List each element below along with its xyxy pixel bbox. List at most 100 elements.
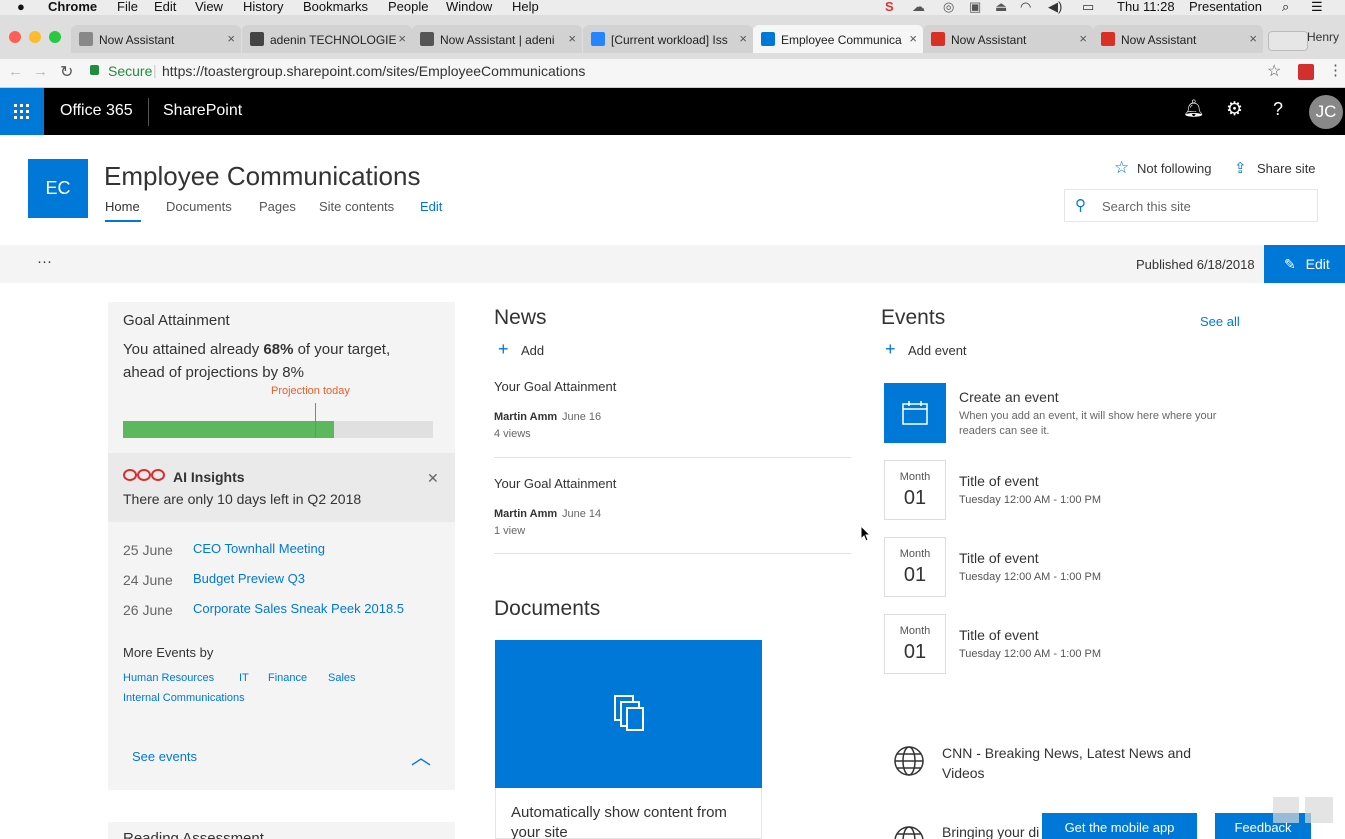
apple-icon[interactable]: ●: [17, 0, 25, 14]
help-icon[interactable]: ?: [1273, 99, 1283, 120]
menu-history[interactable]: History: [243, 0, 283, 14]
app-menu[interactable]: Chrome: [48, 0, 97, 14]
close-window-icon[interactable]: [9, 31, 21, 43]
nav-edit-link[interactable]: Edit: [420, 199, 442, 214]
reload-icon[interactable]: ↻: [60, 62, 73, 82]
chrome-menu-icon[interactable]: ⋮: [1328, 61, 1343, 79]
close-tab-icon[interactable]: ×: [909, 31, 917, 46]
menu-people[interactable]: People: [388, 0, 428, 14]
event-date-box[interactable]: Month 01: [884, 537, 946, 597]
site-logo[interactable]: EC: [28, 159, 88, 218]
close-tab-icon[interactable]: ×: [398, 31, 406, 46]
office-365-link[interactable]: Office 365: [60, 102, 133, 120]
close-tab-icon[interactable]: ×: [568, 31, 576, 46]
s-app-icon[interactable]: S: [885, 0, 894, 14]
add-news-button[interactable]: Add: [521, 343, 544, 358]
tag-link[interactable]: Sales: [328, 672, 356, 684]
menu-help[interactable]: Help: [512, 0, 539, 14]
sync-icon[interactable]: ◎: [943, 0, 954, 15]
event-link[interactable]: Budget Preview Q3: [193, 571, 305, 586]
site-title[interactable]: Employee Communications: [104, 161, 420, 192]
app-launcher-waffle-icon[interactable]: [0, 88, 44, 135]
search-box[interactable]: ⚲ Search this site: [1064, 189, 1318, 222]
display-icon[interactable]: ▣: [969, 0, 981, 15]
airplay-icon[interactable]: ⏏: [995, 0, 1007, 15]
url-field[interactable]: https://toastergroup.sharepoint.com/site…: [162, 63, 585, 79]
browser-tab[interactable]: Now Assistant ×: [71, 25, 241, 53]
event-title[interactable]: Title of event: [959, 473, 1039, 489]
event-date-box[interactable]: Month 01: [884, 614, 946, 674]
pause-icon[interactable]: [1273, 797, 1299, 823]
quick-link-title[interactable]: Bringing your di: [942, 824, 1039, 839]
battery-icon[interactable]: ▭: [1082, 0, 1094, 15]
tag-link[interactable]: Internal Communications: [123, 692, 245, 704]
close-tab-icon[interactable]: ×: [1079, 31, 1087, 46]
spotlight-search-icon[interactable]: ⌕: [1282, 0, 1289, 15]
close-icon[interactable]: ✕: [427, 470, 439, 487]
news-item-title[interactable]: Your Goal Attainment: [494, 379, 616, 394]
new-tab-button[interactable]: [1268, 31, 1308, 51]
event-title[interactable]: Title of event: [959, 550, 1039, 566]
notification-center-icon[interactable]: ☰: [1311, 0, 1323, 15]
forward-icon[interactable]: →: [33, 63, 48, 80]
menu-window[interactable]: Window: [446, 0, 492, 14]
gear-icon[interactable]: ⚙: [1226, 98, 1243, 121]
back-icon[interactable]: ←: [8, 63, 23, 80]
nav-documents[interactable]: Documents: [166, 199, 232, 214]
menu-edit[interactable]: Edit: [154, 0, 176, 14]
bookmark-star-icon[interactable]: ☆: [1267, 61, 1281, 81]
avatar[interactable]: JC: [1309, 95, 1343, 129]
close-tab-icon[interactable]: ×: [739, 31, 747, 46]
get-mobile-app-button[interactable]: Get the mobile app: [1042, 813, 1197, 839]
add-icon[interactable]: +: [498, 339, 509, 360]
cloud-icon[interactable]: ☁: [912, 0, 925, 15]
bell-icon[interactable]: 🔔︎: [1183, 99, 1205, 119]
browser-tab[interactable]: adenin TECHNOLOGIE ×: [242, 25, 412, 53]
event-link[interactable]: CEO Townhall Meeting: [193, 541, 325, 556]
zoom-window-icon[interactable]: [49, 31, 61, 43]
browser-tab[interactable]: Employee Communica ×: [753, 25, 923, 53]
minimize-window-icon[interactable]: [29, 31, 41, 43]
menu-bookmarks[interactable]: Bookmarks: [303, 0, 368, 14]
extension-icon[interactable]: [1298, 64, 1314, 80]
search-input[interactable]: Search this site: [1102, 199, 1191, 214]
presentation-label[interactable]: Presentation: [1189, 0, 1262, 14]
clock[interactable]: Thu 11:28: [1117, 0, 1175, 14]
follow-button[interactable]: Not following: [1137, 161, 1211, 176]
browser-tab[interactable]: Now Assistant | adeni ×: [412, 25, 582, 53]
create-event-tile[interactable]: [884, 383, 946, 443]
event-title[interactable]: Title of event: [959, 627, 1039, 643]
volume-icon[interactable]: ◀): [1048, 0, 1062, 15]
share-site-button[interactable]: Share site: [1257, 161, 1316, 176]
documents-tile[interactable]: [495, 640, 762, 788]
chevron-up-icon[interactable]: ︿: [411, 741, 431, 770]
wifi-icon[interactable]: ◠: [1020, 0, 1031, 15]
tag-link[interactable]: Human Resources: [123, 672, 214, 684]
see-all-link[interactable]: See all: [1200, 314, 1240, 329]
edit-page-button[interactable]: ✎ Edit: [1264, 245, 1345, 283]
menu-view[interactable]: View: [195, 0, 223, 14]
news-item-title[interactable]: Your Goal Attainment: [494, 476, 616, 491]
browser-tab[interactable]: Now Assistant ×: [923, 25, 1093, 53]
close-tab-icon[interactable]: ×: [1249, 31, 1257, 46]
see-events-link[interactable]: See events: [132, 749, 197, 764]
more-options-icon[interactable]: ···: [37, 253, 52, 270]
share-icon[interactable]: ⇪: [1234, 159, 1247, 177]
browser-tab[interactable]: Now Assistant ×: [1093, 25, 1263, 53]
sharepoint-link[interactable]: SharePoint: [163, 102, 242, 120]
quick-link-title[interactable]: CNN - Breaking News, Latest News and Vid…: [942, 743, 1202, 783]
add-icon[interactable]: +: [885, 339, 896, 360]
star-icon[interactable]: ☆: [1114, 158, 1129, 178]
profile-name[interactable]: Henry: [1307, 30, 1339, 44]
event-date-box[interactable]: Month 01: [884, 460, 946, 520]
tag-link[interactable]: IT: [239, 672, 249, 684]
browser-tab[interactable]: [Current workload] Iss ×: [583, 25, 753, 53]
tag-link[interactable]: Finance: [268, 672, 307, 684]
add-event-button[interactable]: Add event: [908, 343, 967, 358]
close-tab-icon[interactable]: ×: [227, 31, 235, 46]
event-link[interactable]: Corporate Sales Sneak Peek 2018.5: [193, 601, 404, 616]
nav-home[interactable]: Home: [105, 199, 140, 214]
picture-icon[interactable]: [1305, 797, 1333, 823]
nav-site-contents[interactable]: Site contents: [319, 199, 394, 214]
menu-file[interactable]: File: [117, 0, 138, 14]
